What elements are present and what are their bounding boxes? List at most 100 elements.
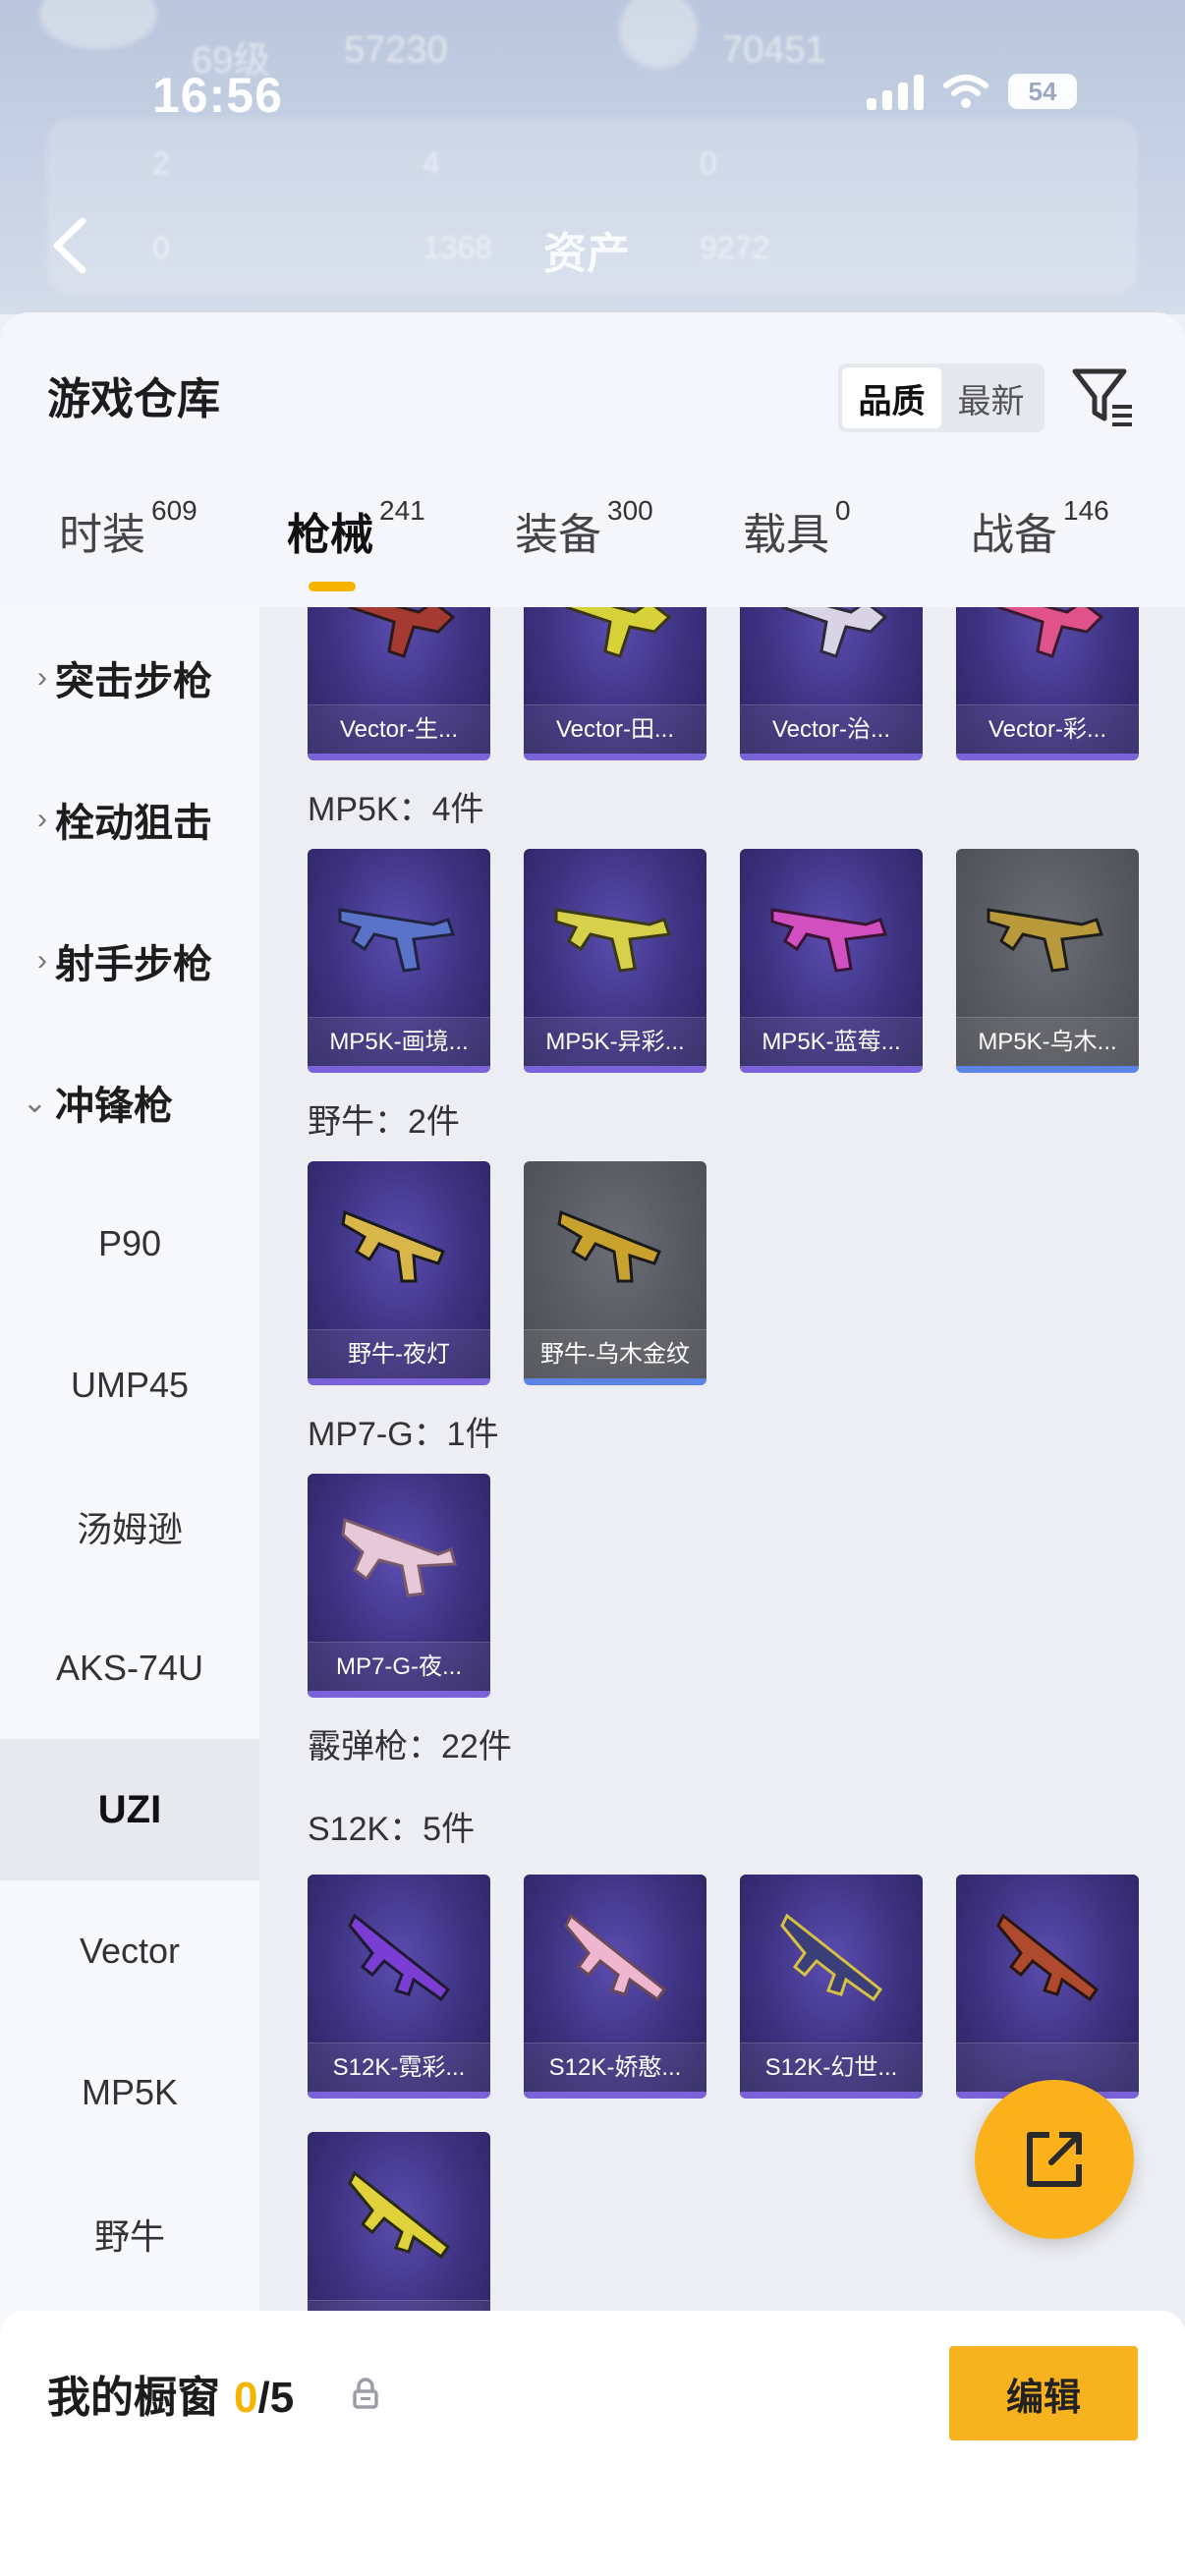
blurred-value-1: 57230 [344, 29, 448, 71]
sidebar-subitem-vector[interactable]: Vector [0, 1880, 259, 2022]
tab-label: 枪械 [287, 511, 373, 559]
weapon-skin-icon [338, 908, 456, 973]
warehouse-sheet: 游戏仓库 品质 最新 时装 609 枪械 241 装备 300 载具 0 战备 … [0, 312, 1185, 2576]
weapon-skin-icon [996, 1913, 1100, 2002]
sidebar-item-label: 冲锋枪 [55, 1085, 173, 1128]
skin-name: MP5K-蓝莓... [740, 1017, 923, 1066]
tab-label: 时装 [59, 511, 145, 559]
skin-name: Vector-治... [740, 704, 923, 754]
skin-card[interactable]: MP5K-乌木... [956, 849, 1139, 1073]
back-arrow-icon[interactable] [39, 211, 98, 280]
skin-name: MP5K-画境... [308, 1017, 490, 1066]
skin-card[interactable]: Vector-治... [740, 607, 923, 760]
sidebar-item-marksman-rifle[interactable]: › 射手步枪 [0, 890, 259, 1032]
skin-card[interactable]: 野牛-夜灯 [308, 1161, 490, 1385]
share-button[interactable] [975, 2080, 1134, 2239]
skin-card[interactable]: MP5K-画境... [308, 849, 490, 1073]
active-tab-indicator [309, 582, 356, 591]
tab-vehicles[interactable]: 载具 0 [743, 495, 851, 597]
blurred-stat-6: 9272 [700, 230, 770, 265]
weapon-skin-icon [348, 607, 456, 658]
chevron-right-icon: › [37, 803, 47, 835]
chevron-right-icon: › [37, 944, 47, 977]
sidebar-subitem-uzi[interactable]: UZI [0, 1739, 259, 1880]
skin-name: 野牛-夜灯 [308, 1329, 490, 1378]
weapon-skin-icon [341, 1517, 457, 1597]
skin-card[interactable]: MP7-G-夜... [308, 1474, 490, 1698]
edit-button[interactable]: 编辑 [949, 2346, 1138, 2440]
tab-equipment[interactable]: 装备 300 [515, 495, 653, 597]
weapon-skin-icon [564, 1913, 667, 2002]
warehouse-title: 游戏仓库 [47, 375, 220, 423]
sidebar-item-label: 射手步枪 [55, 943, 212, 986]
skin-card[interactable]: S12K-娇憨... [524, 1875, 706, 2099]
weapon-skin-grid: Vector-生... Vector-田... Vector-治... Vect… [259, 607, 1185, 2326]
sort-latest-button[interactable]: 最新 [941, 367, 1041, 428]
skin-name: Vector-生... [308, 704, 490, 754]
showcase-current-count: 0 [234, 2374, 258, 2422]
sidebar-subitem-thompson[interactable]: 汤姆逊 [0, 1456, 259, 1597]
skin-card[interactable] [956, 1875, 1139, 2099]
skin-card[interactable]: S12K-幻世... [740, 1875, 923, 2099]
tab-count: 0 [835, 495, 851, 526]
blurred-stat-1: 2 [152, 145, 170, 181]
skin-card[interactable]: MP5K-蓝莓... [740, 849, 923, 1073]
skin-card[interactable] [308, 2132, 490, 2326]
sidebar-subitem-mp5k[interactable]: MP5K [0, 2022, 259, 2163]
skin-name: S12K-幻世... [740, 2043, 923, 2092]
skin-card[interactable]: Vector-生... [308, 607, 490, 760]
tab-tactical[interactable]: 战备 146 [971, 495, 1109, 597]
weapon-skin-icon [564, 607, 672, 658]
showcase-separator: / [257, 2374, 270, 2422]
wifi-icon [943, 75, 988, 108]
tab-label: 载具 [743, 511, 829, 559]
sidebar-item-bolt-sniper[interactable]: › 栓动狙击 [0, 749, 259, 890]
group-label-shotgun: 霰弹枪：22件 [308, 1728, 512, 1765]
sidebar-subitem-p90[interactable]: P90 [0, 1173, 259, 1315]
blurred-stat-3: 0 [700, 145, 717, 181]
blurred-stat-2: 4 [423, 145, 440, 181]
group-label-s12k: S12K：5件 [308, 1811, 476, 1848]
blurred-avatar [39, 0, 157, 49]
blurred-stat-5: 1368 [423, 230, 493, 265]
skin-name: MP5K-乌木... [956, 1017, 1139, 1066]
asset-header: 69级 57230 70451 2 4 0 0 1368 9272 16:56 … [0, 0, 1185, 314]
sidebar-subitem-aks74u[interactable]: AKS-74U [0, 1597, 259, 1739]
skin-name: MP7-G-夜... [308, 1642, 490, 1691]
status-time: 16:56 [152, 68, 283, 123]
sidebar-subitem-bison[interactable]: 野牛 [0, 2163, 259, 2305]
weapon-skin-icon [341, 1209, 445, 1283]
weapon-skin-icon [557, 1209, 661, 1283]
weapon-skin-icon [780, 607, 888, 658]
sidebar-item-assault-rifle[interactable]: › 突击步枪 [0, 607, 259, 749]
chevron-down-icon: ⌄ [22, 1086, 47, 1119]
tab-label: 装备 [515, 511, 601, 559]
sort-quality-button[interactable]: 品质 [842, 367, 941, 428]
skin-card[interactable]: MP5K-异彩... [524, 849, 706, 1073]
filter-icon[interactable] [1069, 362, 1138, 432]
warehouse-header: 游戏仓库 品质 最新 时装 609 枪械 241 装备 300 载具 0 战备 … [0, 312, 1185, 607]
skin-name: 野牛-乌木金纹 [524, 1329, 706, 1378]
weapon-skin-icon [348, 2170, 451, 2260]
tab-count: 609 [151, 495, 198, 526]
weapon-skin-icon [348, 1913, 451, 2002]
share-icon [1027, 2132, 1082, 2187]
skin-card[interactable]: Vector-田... [524, 607, 706, 760]
skin-card[interactable]: 野牛-乌木金纹 [524, 1161, 706, 1385]
skin-name: Vector-田... [524, 704, 706, 754]
tab-fashion[interactable]: 时装 609 [59, 495, 198, 597]
skin-card[interactable]: Vector-彩... [956, 607, 1139, 760]
showcase-title-row: 我的橱窗 0 / 5 [47, 2362, 294, 2425]
chevron-right-icon: › [37, 661, 47, 694]
showcase-max-count: 5 [269, 2374, 295, 2422]
skin-card[interactable]: S12K-霓彩... [308, 1875, 490, 2099]
tab-label: 战备 [971, 511, 1057, 559]
tab-firearms[interactable]: 枪械 241 [287, 495, 425, 597]
sidebar-item-smg[interactable]: ⌄ 冲锋枪 [0, 1032, 259, 1173]
sidebar-subitem-ump45[interactable]: UMP45 [0, 1315, 259, 1456]
showcase-title: 我的橱窗 [47, 2374, 220, 2422]
skin-name: Vector-彩... [956, 704, 1139, 754]
blurred-value-2: 70451 [722, 29, 826, 71]
showcase-bar: 我的橱窗 0 / 5 编辑 [0, 2311, 1185, 2576]
page-header-title: 资产 [543, 230, 630, 278]
